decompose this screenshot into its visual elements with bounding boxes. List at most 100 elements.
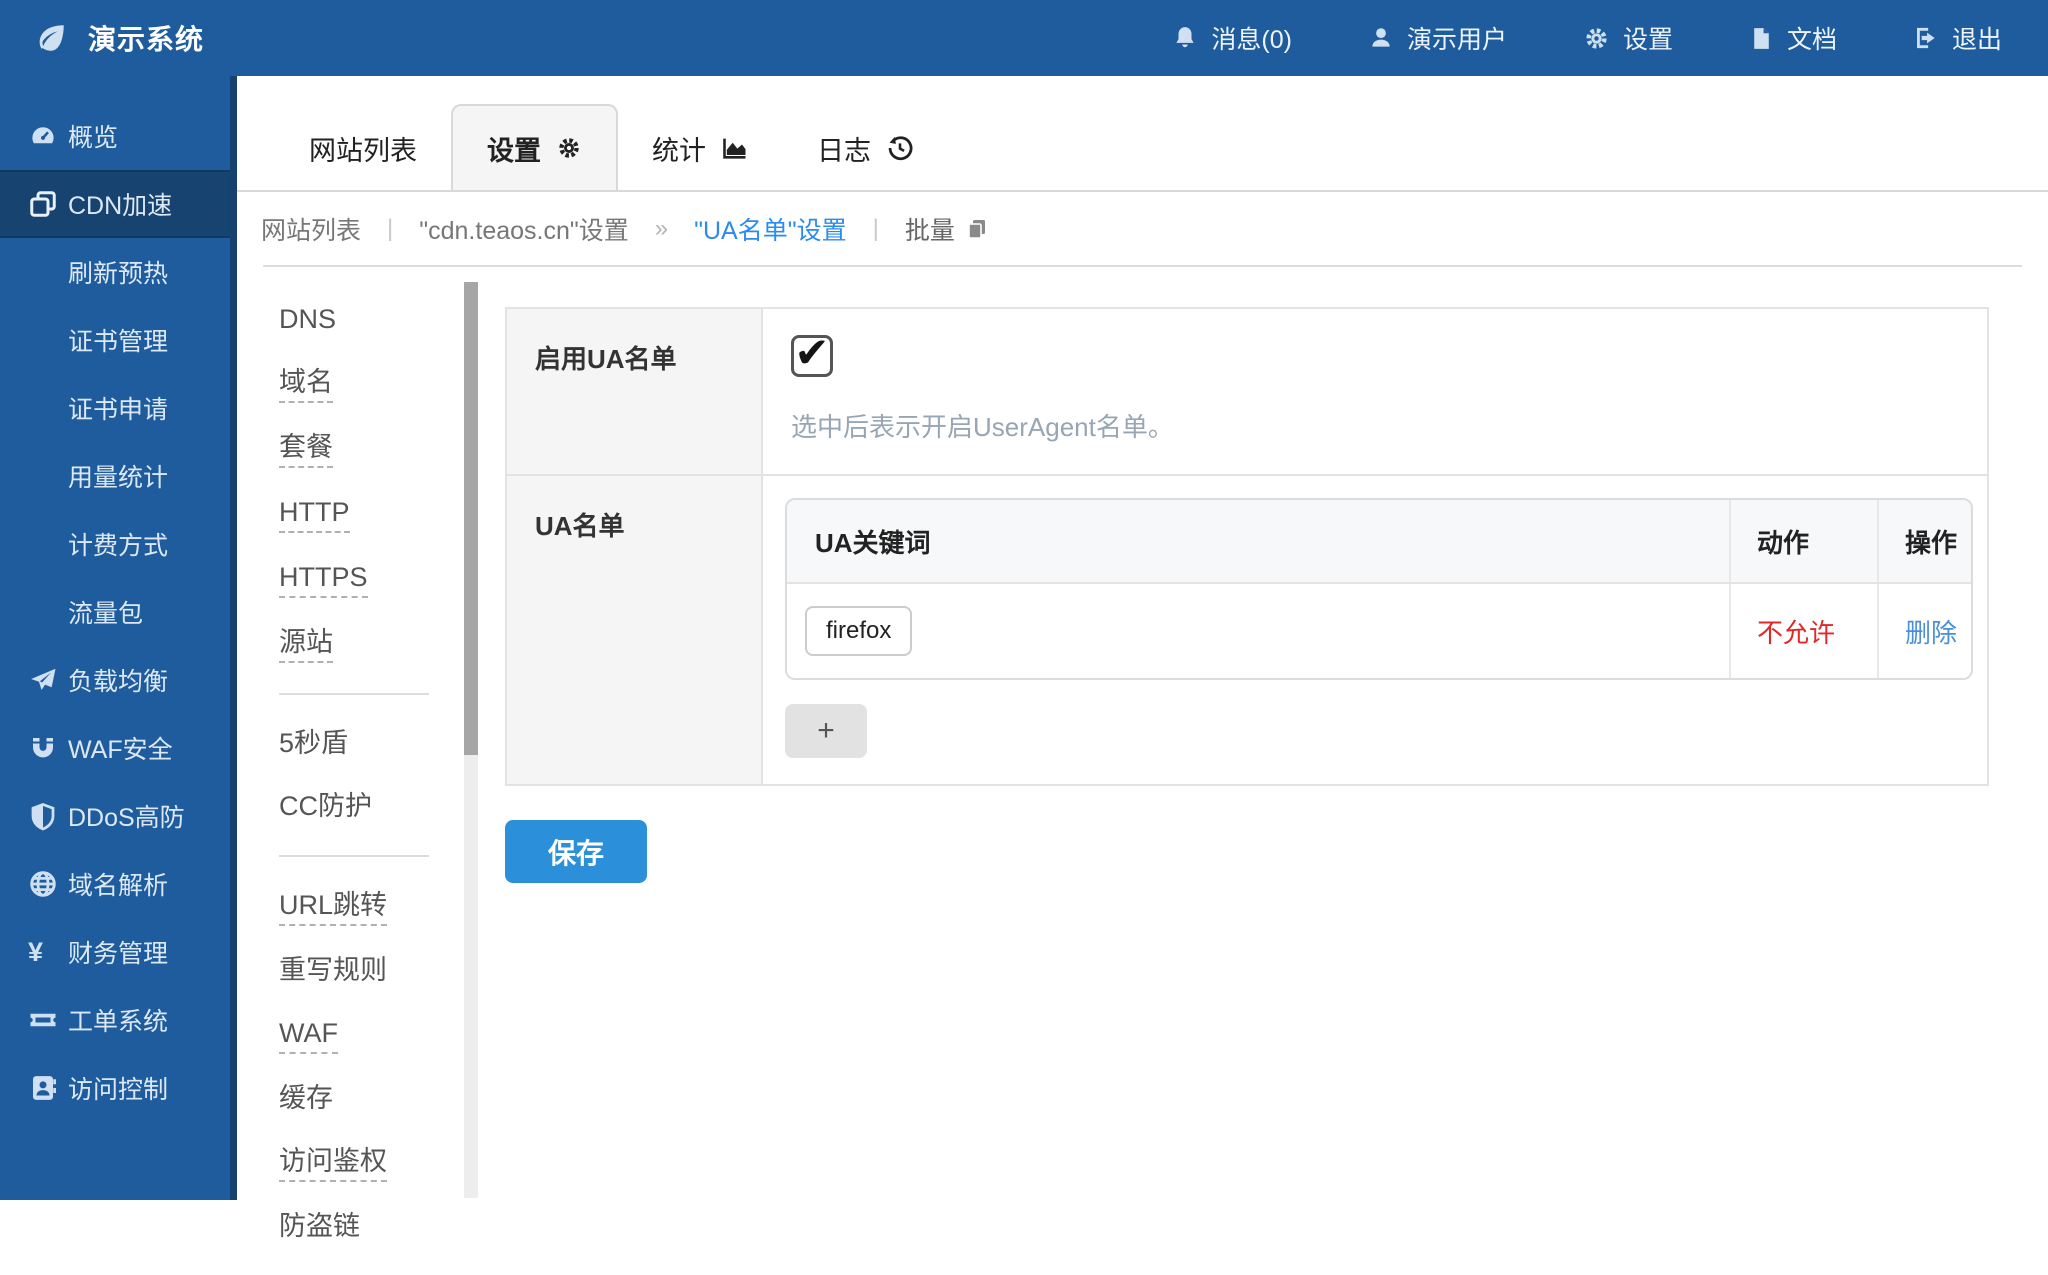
sidebar-item-label: 流量包 bbox=[68, 594, 143, 630]
breadcrumb-site-list[interactable]: 网站列表 bbox=[261, 211, 361, 247]
clone-icon bbox=[28, 189, 68, 219]
sidebar-item-label: 证书管理 bbox=[68, 322, 168, 358]
docs-label: 文档 bbox=[1787, 20, 1837, 56]
menu-item-access-auth[interactable]: 访问鉴权 bbox=[279, 1147, 465, 1182]
shield-icon bbox=[28, 801, 68, 831]
sidebar-item-tickets[interactable]: 工单系统 bbox=[0, 986, 230, 1054]
sidebar-item-cert-apply[interactable]: 证书申请 bbox=[0, 374, 230, 442]
breadcrumb-batch[interactable]: 批量 bbox=[905, 211, 989, 247]
menu-item-hotlink-protect[interactable]: 防盗链 bbox=[279, 1212, 465, 1245]
tab-label: 日志 bbox=[817, 129, 871, 168]
logout-icon bbox=[1913, 25, 1939, 51]
user-icon bbox=[1368, 25, 1394, 51]
app-title: 演示系统 bbox=[88, 18, 204, 58]
tab-label: 网站列表 bbox=[309, 129, 417, 168]
menu-divider bbox=[279, 693, 429, 695]
form-panel: 启用UA名单 ✔ 选中后表示开启UserAgent名单。 UA名单 UA关键词 bbox=[505, 307, 1989, 786]
menu-item-origin[interactable]: 源站 bbox=[279, 628, 465, 663]
menu-item-dns[interactable]: DNS bbox=[279, 305, 465, 338]
menu-item-5s-shield[interactable]: 5秒盾 bbox=[279, 729, 465, 762]
paper-plane-icon bbox=[28, 665, 68, 695]
menu-item-url-redirect[interactable]: URL跳转 bbox=[279, 891, 465, 926]
sidebar-item-waf[interactable]: WAF安全 bbox=[0, 714, 230, 782]
menu-item-domain[interactable]: 域名 bbox=[279, 368, 465, 403]
enable-ua-checkbox[interactable]: ✔ bbox=[791, 335, 833, 377]
sidebar-item-refresh-preheat[interactable]: 刷新预热 bbox=[0, 238, 230, 306]
messages-menu-item[interactable]: 消息(0) bbox=[1172, 20, 1292, 56]
sidebar-item-load-balance[interactable]: 负载均衡 bbox=[0, 646, 230, 714]
sidebar-item-access-control[interactable]: 访问控制 bbox=[0, 1054, 230, 1122]
ua-keyword-input[interactable]: firefox bbox=[805, 606, 912, 656]
sidebar-item-label: 证书申请 bbox=[68, 390, 168, 426]
user-label: 演示用户 bbox=[1407, 20, 1507, 56]
sidebar-item-usage-stats[interactable]: 用量统计 bbox=[0, 442, 230, 510]
sidebar-item-traffic-package[interactable]: 流量包 bbox=[0, 578, 230, 646]
ua-list-row: UA名单 UA关键词 动作 操作 firefox bbox=[507, 474, 1987, 784]
breadcrumb-separator: | bbox=[873, 215, 879, 243]
tab-settings[interactable]: 设置 bbox=[451, 104, 618, 190]
menu-item-waf[interactable]: WAF bbox=[279, 1019, 465, 1054]
menu-scrollbar-thumb[interactable] bbox=[464, 282, 478, 755]
menu-scrollbar-track[interactable] bbox=[464, 282, 478, 1198]
menu-item-cache[interactable]: 缓存 bbox=[279, 1084, 465, 1117]
tab-logs[interactable]: 日志 bbox=[783, 106, 948, 190]
ua-keyword-table: UA关键词 动作 操作 firefox 不允许 bbox=[785, 498, 1973, 680]
sidebar-item-label: WAF安全 bbox=[68, 730, 173, 766]
logout-label: 退出 bbox=[1952, 20, 2002, 56]
document-icon bbox=[1749, 26, 1774, 51]
messages-label: 消息(0) bbox=[1211, 20, 1292, 56]
sidebar-item-billing-method[interactable]: 计费方式 bbox=[0, 510, 230, 578]
menu-item-rewrite-rules[interactable]: 重写规则 bbox=[279, 956, 465, 989]
ua-table-header: UA关键词 动作 操作 bbox=[787, 500, 1971, 584]
menu-item-http[interactable]: HTTP bbox=[279, 498, 465, 533]
sidebar-item-label: 工单系统 bbox=[68, 1002, 168, 1038]
menu-item-plan[interactable]: 套餐 bbox=[279, 433, 465, 468]
tab-site-list[interactable]: 网站列表 bbox=[275, 106, 451, 190]
user-menu-item[interactable]: 演示用户 bbox=[1368, 20, 1507, 56]
settings-menu-item[interactable]: 设置 bbox=[1583, 20, 1673, 56]
settings-label: 设置 bbox=[1623, 20, 1673, 56]
logout-menu-item[interactable]: 退出 bbox=[1913, 20, 2002, 56]
chart-area-icon bbox=[721, 134, 749, 162]
sidebar-item-label: DDoS高防 bbox=[68, 798, 185, 834]
sidebar-item-label: CDN加速 bbox=[68, 186, 172, 222]
sidebar-item-overview[interactable]: 概览 bbox=[0, 102, 230, 170]
enable-ua-row: 启用UA名单 ✔ 选中后表示开启UserAgent名单。 bbox=[507, 309, 1987, 474]
settings-content: DNS 域名 套餐 HTTP HTTPS 源站 5秒盾 CC防护 URL跳转 重… bbox=[237, 267, 2048, 1198]
gear-icon bbox=[556, 135, 582, 161]
copy-icon bbox=[965, 217, 989, 241]
sidebar-item-cert-manage[interactable]: 证书管理 bbox=[0, 306, 230, 374]
ua-settings-form: 启用UA名单 ✔ 选中后表示开启UserAgent名单。 UA名单 UA关键词 bbox=[505, 307, 1989, 883]
breadcrumb-current[interactable]: "UA名单"设置 bbox=[694, 211, 846, 247]
globe-icon bbox=[28, 869, 68, 899]
ticket-icon bbox=[28, 1005, 68, 1035]
table-row: firefox 不允许 删除 bbox=[787, 584, 1971, 678]
save-button[interactable]: 保存 bbox=[505, 820, 647, 883]
yen-icon: ¥ bbox=[28, 939, 68, 966]
delete-row-link[interactable]: 删除 bbox=[1905, 613, 1957, 650]
header-ua-keyword: UA关键词 bbox=[787, 500, 1729, 582]
sidebar-item-label: 域名解析 bbox=[68, 866, 168, 902]
sidebar-item-label: 负载均衡 bbox=[68, 662, 168, 698]
sidebar-item-label: 访问控制 bbox=[68, 1070, 168, 1106]
sidebar-item-label: 刷新预热 bbox=[68, 254, 168, 290]
sidebar-item-dns-resolve[interactable]: 域名解析 bbox=[0, 850, 230, 918]
breadcrumb: 网站列表 | "cdn.teaos.cn"设置 » "UA名单"设置 | 批量 bbox=[237, 192, 2048, 265]
topbar: 演示系统 消息(0) 演示用户 设置 文档 bbox=[0, 0, 2048, 76]
menu-item-cc-protect[interactable]: CC防护 bbox=[279, 792, 465, 825]
docs-menu-item[interactable]: 文档 bbox=[1749, 20, 1837, 56]
menu-item-https[interactable]: HTTPS bbox=[279, 563, 465, 598]
sidebar-item-ddos[interactable]: DDoS高防 bbox=[0, 782, 230, 850]
address-book-icon bbox=[28, 1073, 68, 1103]
sidebar-item-finance[interactable]: ¥ 财务管理 bbox=[0, 918, 230, 986]
sidebar-item-cdn[interactable]: CDN加速 bbox=[0, 170, 230, 238]
enable-ua-label: 启用UA名单 bbox=[507, 309, 763, 474]
breadcrumb-site-settings[interactable]: "cdn.teaos.cn"设置 bbox=[419, 211, 629, 247]
menu-divider bbox=[279, 855, 429, 857]
tab-label: 设置 bbox=[487, 129, 541, 168]
add-row-button[interactable]: + bbox=[785, 704, 867, 758]
leaf-icon bbox=[34, 21, 68, 55]
header-action: 动作 bbox=[1729, 500, 1877, 582]
tab-statistics[interactable]: 统计 bbox=[618, 106, 783, 190]
action-deny-toggle[interactable]: 不允许 bbox=[1757, 613, 1835, 650]
